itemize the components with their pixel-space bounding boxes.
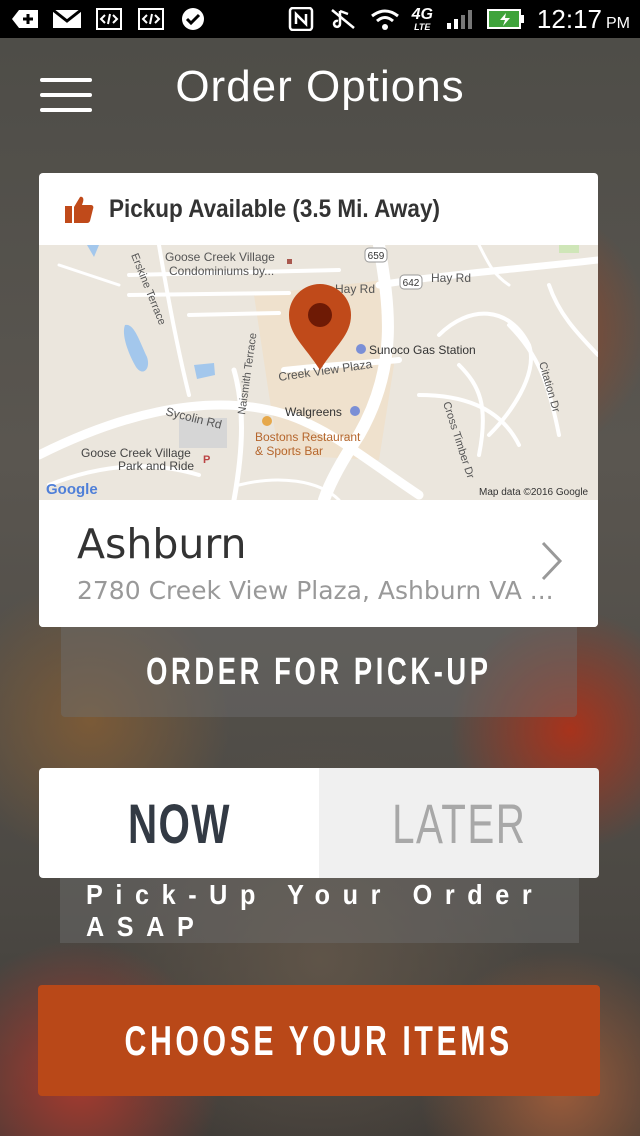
network-label: 4G [411, 5, 433, 23]
map-label-park-ride-2: Park and Ride [118, 459, 194, 473]
later-option[interactable]: LATER [319, 768, 599, 878]
status-clock: 12:17 PM [537, 4, 630, 35]
pickup-availability-text: Pickup Available (3.5 Mi. Away) [109, 194, 440, 223]
code-icon [136, 7, 166, 31]
network-type: 4G LTE [411, 5, 433, 32]
code-icon [94, 7, 124, 31]
page-title: Order Options [175, 62, 465, 111]
now-option[interactable]: NOW [39, 768, 319, 878]
wifi-icon [370, 7, 400, 31]
map-label-walgreens: Walgreens [285, 405, 342, 419]
chevron-right-icon [541, 541, 563, 581]
add-icon [10, 7, 40, 31]
map-label-hay-rd: Hay Rd [431, 271, 471, 285]
battery-charging-icon [486, 7, 525, 31]
nfc-icon [286, 7, 316, 31]
map-label-condos-2: Condominiums by... [169, 264, 274, 278]
map-label-sunoco: Sunoco Gas Station [369, 343, 476, 357]
map-label-condos-1: Goose Creek Village [165, 250, 275, 264]
status-bar-system: 4G LTE 12:17 PM [286, 4, 630, 35]
map-label-route-642: 642 [403, 278, 420, 289]
map-label-bostons-1: Bostons Restaurant [255, 430, 361, 444]
mute-icon [328, 7, 358, 31]
network-sub-label: LTE [414, 21, 431, 32]
store-selector[interactable]: Ashburn 2780 Creek View Plaza, Ashburn V… [39, 500, 598, 627]
google-logo: Google [46, 481, 98, 498]
store-map[interactable]: 659 642 Goose Creek Village Condominiums… [39, 239, 598, 506]
choose-items-button[interactable]: CHOOSE YOUR ITEMS [38, 985, 600, 1096]
svg-text:P: P [203, 454, 210, 466]
map-attribution: Map data ©2016 Google [479, 487, 589, 498]
app-header: Order Options [0, 38, 640, 160]
order-for-pickup-button[interactable]: ORDER FOR PICK-UP [61, 627, 577, 717]
now-label: NOW [127, 791, 231, 855]
pickup-availability: Pickup Available (3.5 Mi. Away) [39, 173, 598, 245]
map-label-park-ride-1: Goose Creek Village [81, 446, 191, 460]
order-timing-note: Pick-Up Your Order ASAP [60, 878, 579, 943]
map-label-route-659: 659 [368, 251, 385, 262]
check-bubble-icon [178, 7, 208, 31]
store-name: Ashburn [77, 520, 247, 568]
later-label: LATER [391, 791, 527, 855]
gmail-icon [52, 7, 82, 31]
map-label-bostons-2: & Sports Bar [255, 444, 323, 458]
clock-ampm: PM [606, 14, 630, 32]
order-for-pickup-label: ORDER FOR PICK-UP [146, 650, 492, 693]
choose-items-label: CHOOSE YOUR ITEMS [124, 1016, 514, 1064]
status-bar: 4G LTE 12:17 PM [0, 0, 640, 38]
order-timing-text: Pick-Up Your Order ASAP [85, 878, 545, 942]
order-time-toggle: NOW LATER [39, 768, 599, 878]
store-address: 2780 Creek View Plaza, Ashburn VA ... [77, 576, 554, 605]
thumbs-up-icon [65, 196, 94, 223]
signal-icon [445, 7, 475, 31]
status-bar-notifications [10, 7, 208, 31]
clock-time: 12:17 [536, 3, 602, 34]
store-card: Pickup Available (3.5 Mi. Away) 659 642 … [39, 173, 598, 627]
